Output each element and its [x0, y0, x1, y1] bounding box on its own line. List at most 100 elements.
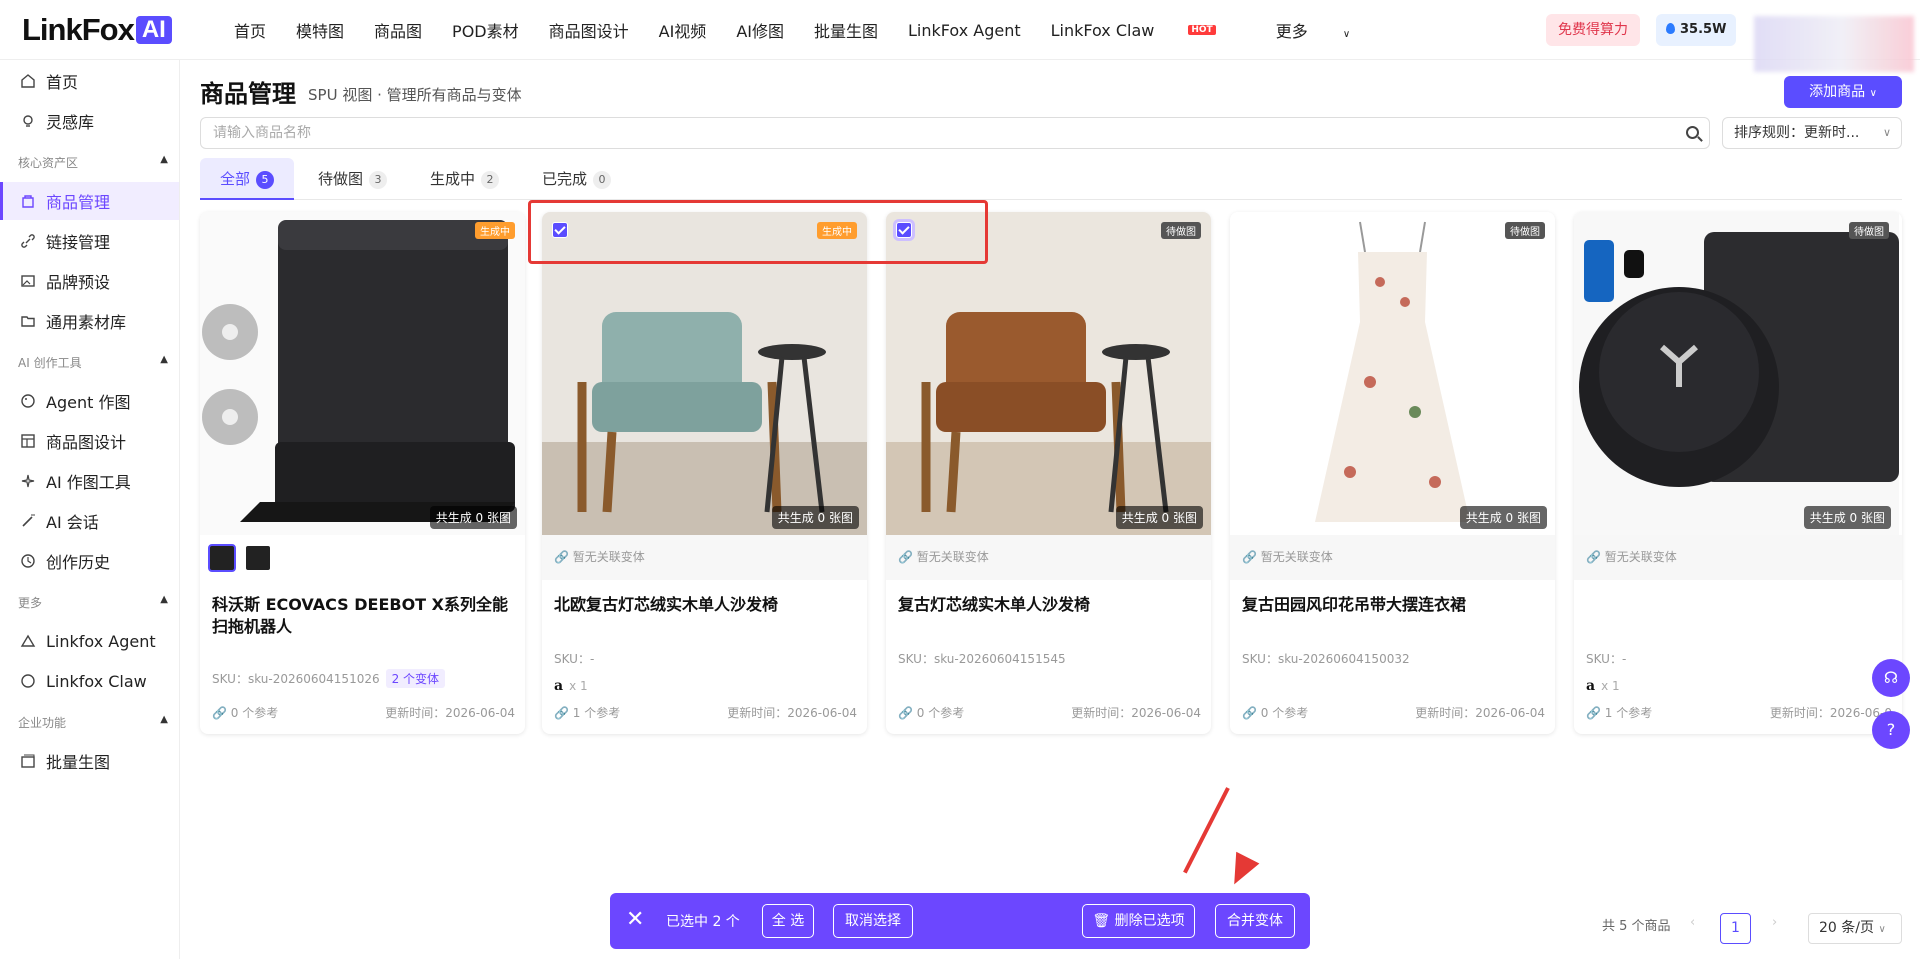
- reference-count: 🔗 0 个参考: [1242, 706, 1309, 720]
- product-card[interactable]: 生成中 共生成 0 张图 🔗 暂无关联变体 北欧复古灯芯绒实木单人沙发椅 SKU…: [542, 212, 867, 734]
- sidebar-item-inspiration[interactable]: 灵感库: [0, 102, 179, 140]
- avatar[interactable]: [1754, 16, 1914, 72]
- total-count: 共 5 个商品: [1602, 919, 1671, 934]
- amazon-link-count[interactable]: ax 1: [1586, 678, 1620, 694]
- link-icon: 🔗: [1586, 706, 1605, 720]
- nav-home[interactable]: 首页: [234, 18, 266, 42]
- help-button[interactable]: ?: [1872, 711, 1910, 749]
- product-sku: SKU：-: [1586, 652, 1627, 666]
- question-icon: ?: [1886, 720, 1896, 739]
- sidebar-section-more[interactable]: 更多 ▲: [18, 594, 168, 611]
- updated-time: 更新时间：2026-06-0: [1769, 706, 1892, 720]
- merge-variants-button[interactable]: 合并变体: [1215, 904, 1295, 938]
- chevron-down-icon: ∨: [1342, 29, 1351, 40]
- logo[interactable]: LinkFox AI: [22, 12, 172, 48]
- updated-time: 更新时间：2026-06-04: [727, 706, 857, 720]
- sidebar-section-enterprise[interactable]: 企业功能 ▲: [18, 714, 168, 731]
- nav-pod[interactable]: POD素材: [452, 18, 519, 42]
- amazon-icon: a: [554, 678, 564, 694]
- search-input[interactable]: 请输入商品名称: [200, 117, 1710, 149]
- top-nav: 首页 模特图 商品图 POD素材 商品图设计 AI视频 AI修图 批量生图 Li…: [234, 0, 1410, 60]
- sidebar-item-agent-draw[interactable]: Agent 作图: [0, 382, 179, 420]
- support-button[interactable]: ☊: [1872, 659, 1910, 697]
- reference-count: 🔗 0 个参考: [898, 706, 965, 720]
- next-page-icon[interactable]: ›: [1772, 915, 1777, 930]
- link-icon: 🔗: [1242, 706, 1261, 720]
- sidebar-item-history[interactable]: 创作历史: [0, 542, 179, 580]
- sidebar-item-brand[interactable]: 品牌预设: [0, 262, 179, 300]
- sort-select[interactable]: 排序规则：更新时... ∨: [1722, 117, 1902, 149]
- sidebar-item-product-design[interactable]: 商品图设计: [0, 422, 179, 460]
- credit-balance[interactable]: 35.5W: [1656, 14, 1737, 46]
- variant-count-badge[interactable]: 2 个变体: [385, 669, 446, 688]
- link-icon: 🔗: [554, 550, 573, 564]
- cancel-selection-button[interactable]: 取消选择: [833, 904, 913, 938]
- product-image[interactable]: 生成中 共生成 0 张图: [200, 212, 525, 535]
- chat-icon: [20, 673, 36, 689]
- amazon-link-count[interactable]: ax 1: [554, 678, 588, 694]
- product-image[interactable]: 待做图 共生成 0 张图: [1574, 212, 1899, 535]
- close-icon[interactable]: ✕: [626, 907, 644, 933]
- product-name[interactable]: 复古灯芯绒实木单人沙发椅: [898, 594, 1198, 616]
- nav-claw[interactable]: LinkFox Claw HOT: [1051, 21, 1246, 40]
- sidebar-item-product-management[interactable]: 商品管理: [0, 182, 179, 220]
- nav-product-design[interactable]: 商品图设计: [549, 18, 629, 42]
- product-card[interactable]: 待做图 共生成 0 张图 🔗 暂无关联变体 SKU：- ax 1 🔗 1 个参考…: [1574, 212, 1902, 734]
- sidebar-section-core[interactable]: 核心资产区 ▲: [18, 154, 168, 171]
- clock-icon: [20, 553, 36, 569]
- sidebar-item-home[interactable]: 首页: [0, 62, 179, 100]
- nav-model-image[interactable]: 模特图: [296, 18, 344, 42]
- product-card[interactable]: 待做图 共生成 0 张图 🔗 暂无关联变体 复古田园风印花吊带大摆连衣裙 SKU…: [1230, 212, 1555, 734]
- chevron-down-icon: ∨: [1878, 924, 1886, 935]
- trash-icon: 🗑: [1092, 913, 1115, 929]
- triangle-icon: [20, 633, 36, 649]
- sidebar-item-ai-chat[interactable]: AI 会话: [0, 502, 179, 540]
- nav-ai-video[interactable]: AI视频: [659, 18, 707, 42]
- product-card[interactable]: 生成中 共生成 0 张图 科沃斯 ECOVACS DEEBOT X系列全能扫拖机…: [200, 212, 525, 734]
- folder-icon: [20, 313, 36, 329]
- sidebar-item-materials[interactable]: 通用素材库: [0, 302, 179, 340]
- free-credits-button[interactable]: 免费得算力: [1546, 14, 1640, 46]
- page-size-select[interactable]: 20 条/页 ∨: [1808, 913, 1902, 944]
- sidebar-item-links[interactable]: 链接管理: [0, 222, 179, 260]
- sidebar-item-ai-tools[interactable]: AI 作图工具: [0, 462, 179, 500]
- link-icon: 🔗: [554, 706, 573, 720]
- product-sku: SKU：sku-20260604151026 2 个变体: [212, 669, 446, 688]
- add-product-button[interactable]: 添加商品 ∨: [1784, 76, 1902, 108]
- variant-strip: 🔗 暂无关联变体: [1230, 535, 1555, 580]
- sidebar: 首页 灵感库 核心资产区 ▲ 商品管理 链接管理 品牌预设 通用素材库 AI 创作…: [0, 60, 180, 959]
- product-name[interactable]: 复古田园风印花吊带大摆连衣裙: [1242, 594, 1542, 616]
- tab-todo[interactable]: 待做图 3: [298, 158, 407, 200]
- nav-ai-retouch[interactable]: AI修图: [736, 18, 784, 42]
- product-card[interactable]: 待做图 共生成 0 张图 🔗 暂无关联变体 复古灯芯绒实木单人沙发椅 SKU：s…: [886, 212, 1211, 734]
- chevron-down-icon: ∨: [1869, 88, 1877, 99]
- search-icon[interactable]: [1686, 126, 1699, 139]
- amazon-icon: a: [1586, 678, 1596, 694]
- page-subtitle: SPU 视图 · 管理所有商品与变体: [308, 86, 522, 104]
- sidebar-item-batch[interactable]: 批量生图: [0, 742, 179, 780]
- product-name[interactable]: 北欧复古灯芯绒实木单人沙发椅: [554, 594, 854, 616]
- updated-time: 更新时间：2026-06-04: [1415, 706, 1545, 720]
- nav-more[interactable]: 更多 ∨: [1276, 18, 1380, 42]
- nav-batch[interactable]: 批量生图: [814, 18, 878, 42]
- page-1-button[interactable]: 1: [1720, 913, 1751, 944]
- tab-generating[interactable]: 生成中 2: [410, 158, 519, 200]
- sidebar-item-linkfox-claw[interactable]: Linkfox Claw: [0, 662, 179, 700]
- select-all-button[interactable]: 全 选: [762, 904, 814, 938]
- product-image[interactable]: 待做图 共生成 0 张图: [1230, 212, 1555, 535]
- tab-done[interactable]: 已完成 0: [522, 158, 631, 200]
- variant-thumbnail[interactable]: [208, 544, 236, 572]
- hot-badge: HOT: [1188, 24, 1216, 35]
- sidebar-item-linkfox-agent[interactable]: Linkfox Agent: [0, 622, 179, 660]
- nav-product-image[interactable]: 商品图: [374, 18, 422, 42]
- variant-thumbnail[interactable]: [244, 544, 272, 572]
- delete-selected-button[interactable]: 🗑 删除已选项: [1082, 904, 1195, 938]
- prev-page-icon[interactable]: ‹: [1690, 915, 1695, 930]
- sidebar-section-ai-tools[interactable]: AI 创作工具 ▲: [18, 354, 168, 371]
- images-icon: [20, 753, 36, 769]
- tab-all[interactable]: 全部 5: [200, 158, 295, 200]
- status-badge: 待做图: [1849, 222, 1889, 239]
- nav-agent[interactable]: LinkFox Agent: [908, 21, 1021, 40]
- product-name[interactable]: 科沃斯 ECOVACS DEEBOT X系列全能扫拖机器人: [212, 594, 512, 638]
- generated-count: 共生成 0 张图: [1459, 506, 1547, 529]
